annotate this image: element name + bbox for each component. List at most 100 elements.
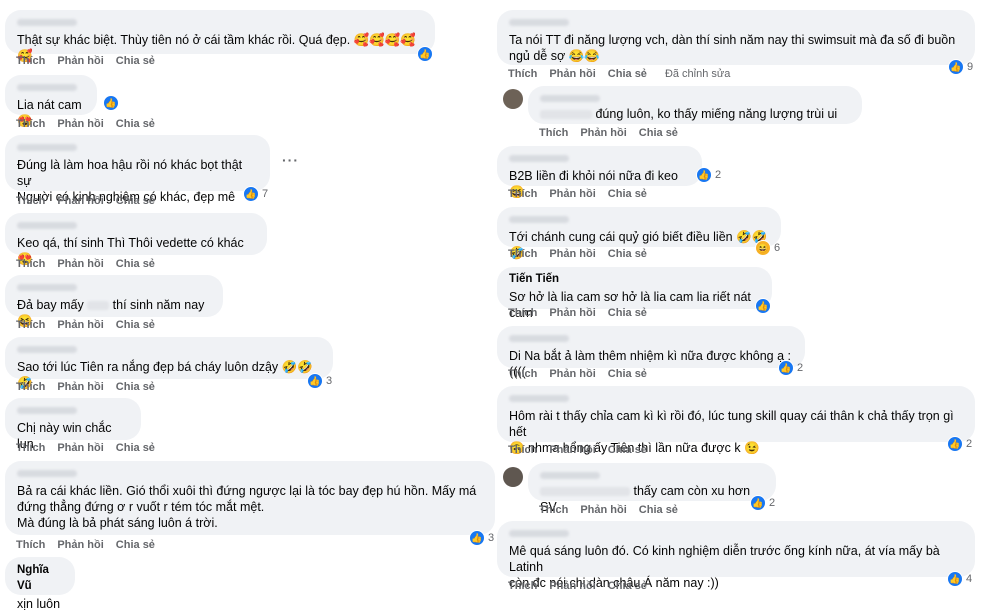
reaction-count: 3: [326, 375, 333, 387]
comment-author[interactable]: Nghĩa Vũ: [17, 562, 63, 594]
comment-actions: Thích Phản hồi Chia sẻ: [16, 381, 167, 393]
like-button[interactable]: Thích: [508, 368, 537, 380]
comment-author[interactable]: Tiến Tiến: [509, 271, 760, 287]
share-button[interactable]: Chia sẻ: [116, 539, 155, 551]
share-button[interactable]: Chia sẻ: [608, 248, 647, 260]
reply-button[interactable]: Phản hồi: [549, 307, 595, 319]
reaction-summary[interactable]: 😆 6: [755, 240, 780, 256]
more-options-icon[interactable]: ···: [282, 152, 299, 168]
comment-author-blurred: [17, 407, 77, 414]
reply-button[interactable]: Phản hồi: [57, 319, 103, 331]
share-button[interactable]: Chia sẻ: [608, 368, 647, 380]
reaction-count: 2: [797, 362, 804, 374]
reply-button[interactable]: Phản hồi: [549, 248, 595, 260]
reaction-summary[interactable]: 👍 4: [947, 571, 972, 587]
share-button[interactable]: Chia sẻ: [608, 307, 647, 319]
comment-actions: Thích Phản hồi Chia sẻ: [16, 258, 167, 270]
share-button[interactable]: Chia sẻ: [608, 580, 647, 592]
like-button[interactable]: Thích: [508, 580, 537, 592]
like-button[interactable]: Thích: [508, 444, 537, 456]
comment-actions: Thích Phản hồi Chia sẻ: [539, 504, 690, 516]
comment-bubble: thấy cam còn xu hơn SV: [528, 463, 776, 514]
like-button[interactable]: Thích: [539, 504, 568, 516]
reply-button[interactable]: Phản hồi: [549, 444, 595, 456]
reaction-summary[interactable]: 👍 7: [243, 186, 268, 202]
reply-button[interactable]: Phản hồi: [57, 539, 103, 551]
comment-actions: Thích Phản hồi Chia sẻ: [16, 195, 167, 207]
share-button[interactable]: Chia sẻ: [116, 118, 155, 130]
reaction-summary[interactable]: 👍 2: [750, 495, 775, 511]
reaction-summary[interactable]: 👍: [755, 298, 771, 314]
reaction-summary[interactable]: 👍: [417, 46, 433, 62]
like-button[interactable]: Thích: [16, 258, 45, 270]
share-button[interactable]: Chia sẻ: [608, 444, 647, 456]
reply-button[interactable]: Phản hồi: [549, 68, 595, 80]
comment-bubble: Sao tới lúc Tiên ra nắng đẹp bá cháy luô…: [5, 337, 333, 390]
like-button[interactable]: Thích: [16, 442, 45, 454]
like-button[interactable]: Thích: [539, 127, 568, 139]
like-reaction-icon: 👍: [750, 495, 766, 511]
share-button[interactable]: Chia sẻ: [608, 188, 647, 200]
comment-actions: Thích Phản hồi Chia sẻ: [16, 319, 167, 331]
reply-button[interactable]: Phản hồi: [549, 580, 595, 592]
reply-button[interactable]: Phản hồi: [57, 442, 103, 454]
share-button[interactable]: Chia sẻ: [608, 68, 647, 80]
like-button[interactable]: Thích: [508, 307, 537, 319]
reply-button[interactable]: Phản hồi: [549, 188, 595, 200]
comment-author-blurred: [17, 144, 77, 151]
reply-button[interactable]: Phản hồi: [57, 258, 103, 270]
share-button[interactable]: Chia sẻ: [116, 381, 155, 393]
comment-bubble: Nghĩa Vũ xịn luôn: [5, 557, 75, 611]
comment-bubble: Tới chánh cung cái quỷ gió biết điều liề…: [497, 207, 781, 260]
comment-author-blurred: [17, 346, 77, 353]
reply-button[interactable]: Phản hồi: [580, 504, 626, 516]
comment-author-blurred: [17, 19, 77, 26]
share-button[interactable]: Chia sẻ: [639, 504, 678, 516]
comment-author-blurred: [540, 95, 600, 102]
like-reaction-icon: 👍: [755, 298, 771, 314]
reply-button[interactable]: Phản hồi: [580, 127, 626, 139]
like-button[interactable]: Thích: [16, 195, 45, 207]
reaction-count: 6: [774, 242, 781, 254]
comment-bubble: Bả ra cái khác liền. Gió thổi xuôi thì đ…: [5, 461, 495, 535]
avatar[interactable]: [503, 89, 523, 109]
share-button[interactable]: Chia sẻ: [116, 442, 155, 454]
comment-text: Bả ra cái khác liền. Gió thổi xuôi thì đ…: [17, 484, 477, 530]
comment-text: đúng luôn, ko thấy miếng năng lượng trùi…: [540, 106, 850, 122]
like-button[interactable]: Thích: [16, 55, 45, 67]
comment-author-blurred: [17, 222, 77, 229]
reply-button[interactable]: Phản hồi: [549, 368, 595, 380]
reaction-summary[interactable]: 👍 2: [778, 360, 803, 376]
like-button[interactable]: Thích: [16, 319, 45, 331]
reaction-summary[interactable]: 👍: [103, 95, 119, 111]
reaction-summary[interactable]: 👍 3: [469, 530, 494, 546]
comment-author-blurred: [509, 19, 569, 26]
comment-author-blurred: [17, 470, 77, 477]
share-button[interactable]: Chia sẻ: [116, 55, 155, 67]
like-button[interactable]: Thích: [16, 381, 45, 393]
reply-button[interactable]: Phản hồi: [57, 381, 103, 393]
reaction-summary[interactable]: 👍 2: [947, 436, 972, 452]
like-button[interactable]: Thích: [508, 68, 537, 80]
share-button[interactable]: Chia sẻ: [116, 195, 155, 207]
like-button[interactable]: Thích: [16, 539, 45, 551]
share-button[interactable]: Chia sẻ: [116, 258, 155, 270]
like-reaction-icon: 👍: [243, 186, 259, 202]
like-button[interactable]: Thích: [508, 188, 537, 200]
reply-button[interactable]: Phản hồi: [57, 55, 103, 67]
comment-bubble: Chị này win chắc lun: [5, 398, 141, 451]
reaction-summary[interactable]: 👍 9: [948, 59, 973, 75]
reaction-summary[interactable]: 👍 2: [696, 167, 721, 183]
like-button[interactable]: Thích: [16, 118, 45, 130]
comment-text-part: Đả bay mấy: [17, 298, 84, 312]
like-reaction-icon: 👍: [103, 95, 119, 111]
comment-author-blurred: [540, 472, 600, 479]
reaction-summary[interactable]: 👍 3: [307, 373, 332, 389]
reply-button[interactable]: Phản hồi: [57, 195, 103, 207]
like-button[interactable]: Thích: [508, 248, 537, 260]
reply-button[interactable]: Phản hồi: [57, 118, 103, 130]
avatar[interactable]: [503, 467, 523, 487]
share-button[interactable]: Chia sẻ: [639, 127, 678, 139]
comment-actions: Thích Phản hồi Chia sẻ: [16, 118, 167, 130]
share-button[interactable]: Chia sẻ: [116, 319, 155, 331]
